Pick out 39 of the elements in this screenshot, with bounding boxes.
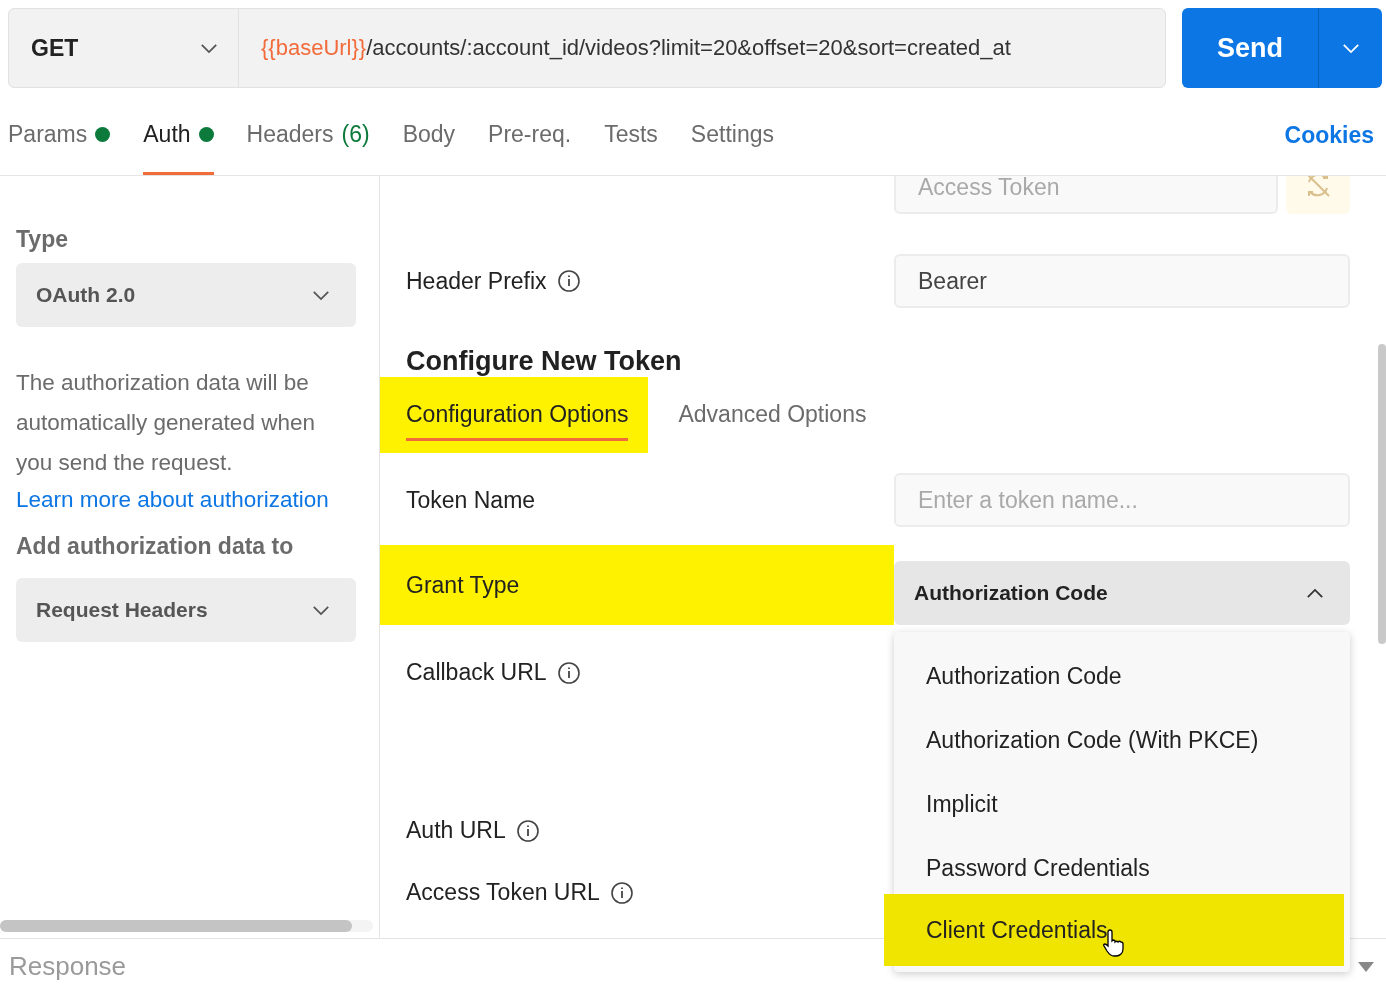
chevron-up-icon — [1306, 587, 1324, 599]
menu-item[interactable]: Client Credentials — [884, 894, 1344, 966]
type-label: Type — [16, 226, 69, 253]
scrollbar-thumb[interactable] — [1378, 344, 1386, 644]
options-tab[interactable]: Advanced Options — [652, 377, 887, 453]
header-prefix-field[interactable]: Bearer — [894, 254, 1350, 308]
response-label: Response — [9, 951, 127, 982]
chevron-down-icon — [312, 289, 330, 301]
request-tab[interactable]: Tests — [604, 96, 658, 175]
field-label: Callback URL — [406, 659, 547, 686]
learn-more-link[interactable]: Learn more about authorization — [16, 487, 379, 513]
field-label: Grant Type — [406, 571, 520, 599]
request-tab[interactable]: Params — [8, 96, 111, 175]
request-tab[interactable]: Auth — [143, 96, 214, 175]
section-title: Configure New Token — [406, 346, 683, 377]
info-icon — [556, 269, 581, 293]
scrollbar-thumb[interactable] — [0, 920, 352, 932]
chevron-down-icon — [1341, 42, 1360, 54]
menu-item[interactable]: Authorization Code — [894, 644, 1350, 708]
triangle-down-icon[interactable] — [1358, 961, 1374, 972]
menu-item[interactable]: Authorization Code (With PKCE) — [894, 708, 1350, 772]
options-tab[interactable]: Configuration Options — [380, 377, 649, 453]
description-text: The authorization data will be automatically generated when you send the request. — [16, 369, 316, 477]
field-label: Auth URL — [406, 817, 506, 844]
cookies-link[interactable]: Cookies — [1284, 122, 1374, 149]
auth-type-dropdown[interactable]: OAuth 2.0 — [16, 263, 356, 327]
grant-type-dropdown[interactable]: Authorization Code — [894, 561, 1350, 625]
field-label: Access Token URL — [406, 879, 600, 906]
field-label: Header Prefix — [406, 267, 547, 295]
add-to-label: Add authorization data to — [16, 533, 295, 560]
request-tab[interactable]: Body — [402, 96, 456, 175]
request-tab[interactable]: Pre-req. — [488, 96, 572, 175]
chevron-down-icon — [312, 604, 330, 616]
sync-off-icon[interactable] — [1286, 176, 1350, 214]
field-label: Token Name — [406, 487, 536, 514]
request-tab[interactable]: Settings — [690, 96, 774, 175]
add-to-dropdown[interactable]: Request Headers — [16, 578, 356, 642]
menu-item[interactable]: Implicit — [894, 772, 1350, 836]
request-tab[interactable]: Headers (6) — [246, 96, 370, 175]
